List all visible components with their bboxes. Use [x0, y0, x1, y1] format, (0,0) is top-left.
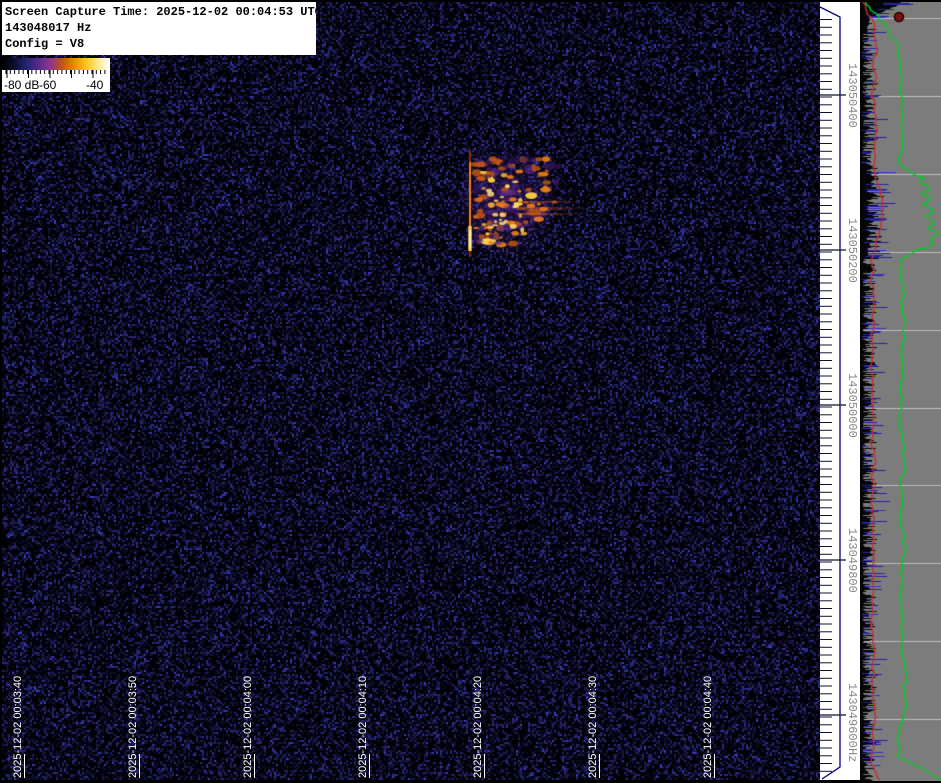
- spectrum-lab-capture: 2025-12-02 00:03:40 2025-12-02 00:03:50 20…: [0, 0, 941, 783]
- freq-label: 143050400: [845, 63, 859, 128]
- freq-unit-label: Hz: [845, 748, 859, 763]
- time-label: 2025-12-02 00:03:40: [12, 675, 25, 778]
- freq-label: 143049800: [845, 528, 859, 593]
- db-label-80: -80 dB: [4, 78, 40, 92]
- freq-label: 143049600: [845, 683, 859, 748]
- center-frequency-text: 143048017 Hz: [5, 21, 92, 35]
- time-label: 2025-12-02 00:04:00: [242, 675, 255, 778]
- time-label: 2025-12-02 00:04:30: [587, 675, 600, 778]
- colormap-gradient: [2, 58, 110, 70]
- waterfall-spectrogram: [2, 2, 820, 780]
- freq-label: 143050200: [845, 218, 859, 283]
- frequency-axis-strip: 143050400 143050200 143050000 143049800 1430…: [820, 2, 860, 780]
- time-label: 2025-12-02 00:04:10: [357, 675, 370, 778]
- amplitude-color-scale: -80 dB -60 -40: [2, 58, 110, 92]
- time-label: 2025-12-02 00:04:40: [702, 675, 715, 778]
- meteor-echo: [462, 148, 592, 263]
- db-label-40: -40: [86, 78, 104, 92]
- freq-label: 143050000: [845, 373, 859, 438]
- capture-time-text: Screen Capture Time: 2025-12-02 00:04:53…: [5, 5, 316, 19]
- capture-info-box: Screen Capture Time: 2025-12-02 00:04:53…: [2, 2, 316, 55]
- time-label: 2025-12-02 00:03:50: [127, 675, 140, 778]
- db-label-60: -60: [39, 78, 57, 92]
- spectrum-side-panel: [860, 2, 941, 781]
- time-label: 2025-12-02 00:04:20: [472, 675, 485, 778]
- config-text: Config = V8: [5, 37, 85, 51]
